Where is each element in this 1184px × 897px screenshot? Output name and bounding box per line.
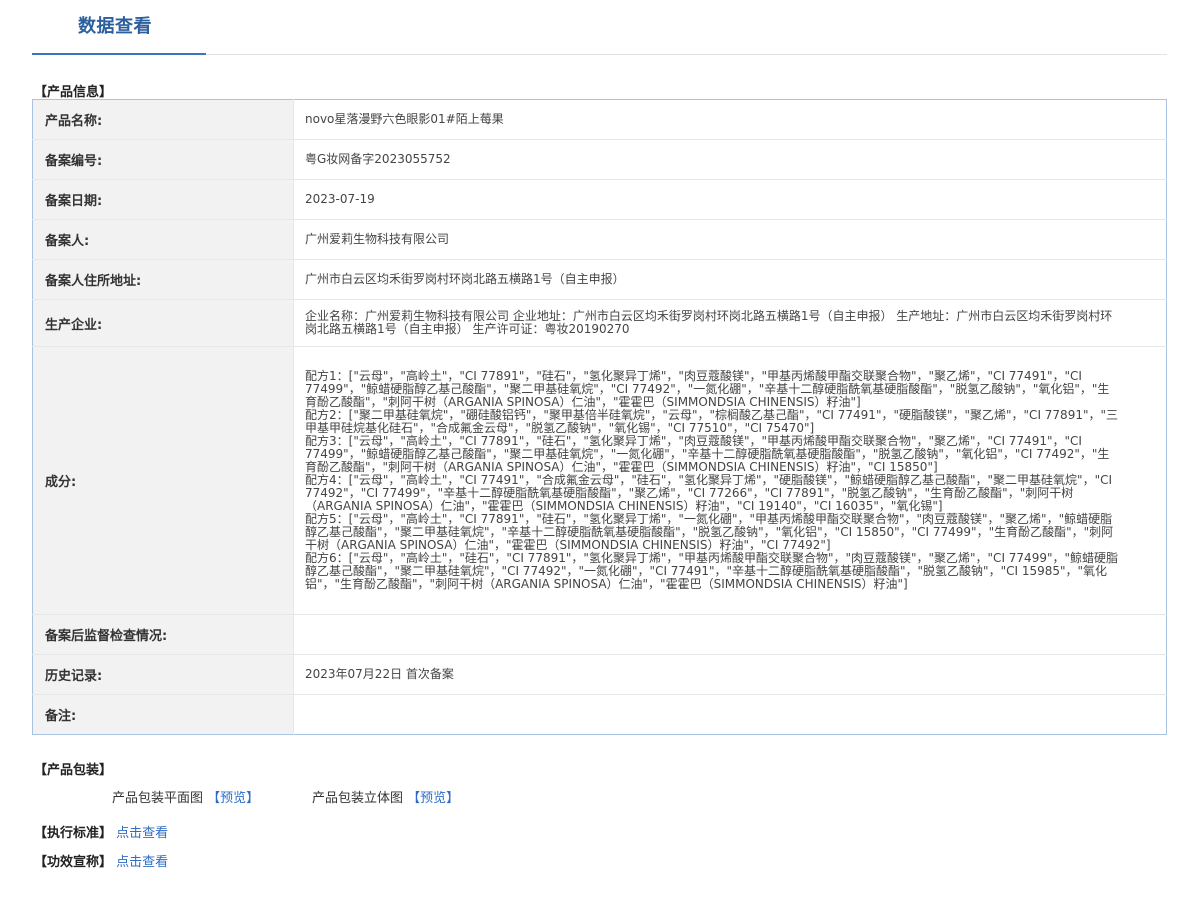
table-row: 备案人: 广州爱莉生物科技有限公司 [32,219,1167,260]
packaging-solid-preview-link[interactable]: 【预览】 [407,791,459,806]
packaging-solid-label: 产品包装立体图 [312,791,404,806]
table-row: 历史记录: 2023年07月22日 首次备案 [32,654,1167,695]
standard-row: 【执行标准】 点击查看 [34,822,168,841]
table-row: 备注: [32,694,1167,735]
product-info-section-title: 【产品信息】 [34,85,113,100]
table-row: 备案编号: 粤G妆网备字2023055752 [32,139,1167,180]
row-label: 历史记录: [32,654,294,695]
table-row: 备案人住所地址: 广州市白云区均禾街罗岗村环岗北路五横路1号（自主申报） [32,259,1167,300]
packaging-flat-label: 产品包装平面图 [112,791,204,806]
efficacy-view-link[interactable]: 点击查看 [116,855,168,870]
packaging-solid-item: 产品包装立体图 【预览】 [312,787,459,806]
product-info-table: 产品名称: novo星落漫野六色眼影01#陌上莓果 备案编号: 粤G妆网备字20… [32,99,1167,735]
row-label: 备案后监督检查情况: [32,614,294,655]
row-value: 企业名称：广州爱莉生物科技有限公司 企业地址：广州市白云区均禾街罗岗村环岗北路五… [293,299,1167,347]
row-value [293,614,1167,655]
row-value [293,694,1167,735]
table-row: 备案日期: 2023-07-19 [32,179,1167,220]
row-value: 2023年07月22日 首次备案 [293,654,1167,695]
table-row: 备案后监督检查情况: [32,614,1167,655]
standard-view-link[interactable]: 点击查看 [116,826,168,841]
row-value: 广州市白云区均禾街罗岗村环岗北路五横路1号（自主申报） [293,259,1167,300]
efficacy-row: 【功效宣称】 点击查看 [34,851,168,870]
row-label: 产品名称: [32,99,294,140]
row-label: 备案日期: [32,179,294,220]
row-label: 备案人: [32,219,294,260]
table-row: 产品名称: novo星落漫野六色眼影01#陌上莓果 [32,99,1167,140]
packaging-section-title: 【产品包装】 [34,763,113,778]
table-row: 生产企业: 企业名称：广州爱莉生物科技有限公司 企业地址：广州市白云区均禾街罗岗… [32,299,1167,347]
row-label: 备案编号: [32,139,294,180]
row-value-ingredients: 配方1：["云母"，"高岭土"，"CI 77891"，"硅石"，"氢化聚异丁烯"… [293,346,1167,615]
efficacy-title: 【功效宣称】 [34,855,113,870]
tab-data-view[interactable]: 数据查看 [32,0,206,55]
standard-title: 【执行标准】 [34,826,113,841]
tab-data-view-label: 数据查看 [78,16,152,37]
row-label: 备注: [32,694,294,735]
tab-active-indicator [32,53,206,55]
packaging-flat-preview-link[interactable]: 【预览】 [207,791,259,806]
table-row: 成分: 配方1：["云母"，"高岭土"，"CI 77891"，"硅石"，"氢化聚… [32,346,1167,615]
row-label: 备案人住所地址: [32,259,294,300]
row-label: 生产企业: [32,299,294,347]
row-label: 成分: [32,346,294,615]
row-value: 2023-07-19 [293,179,1167,220]
row-value: 粤G妆网备字2023055752 [293,139,1167,180]
row-value: novo星落漫野六色眼影01#陌上莓果 [305,112,504,126]
packaging-flat-item: 产品包装平面图 【预览】 [112,787,259,806]
row-value: 广州爱莉生物科技有限公司 [293,219,1167,260]
tab-bar: 数据查看 [32,0,1167,55]
